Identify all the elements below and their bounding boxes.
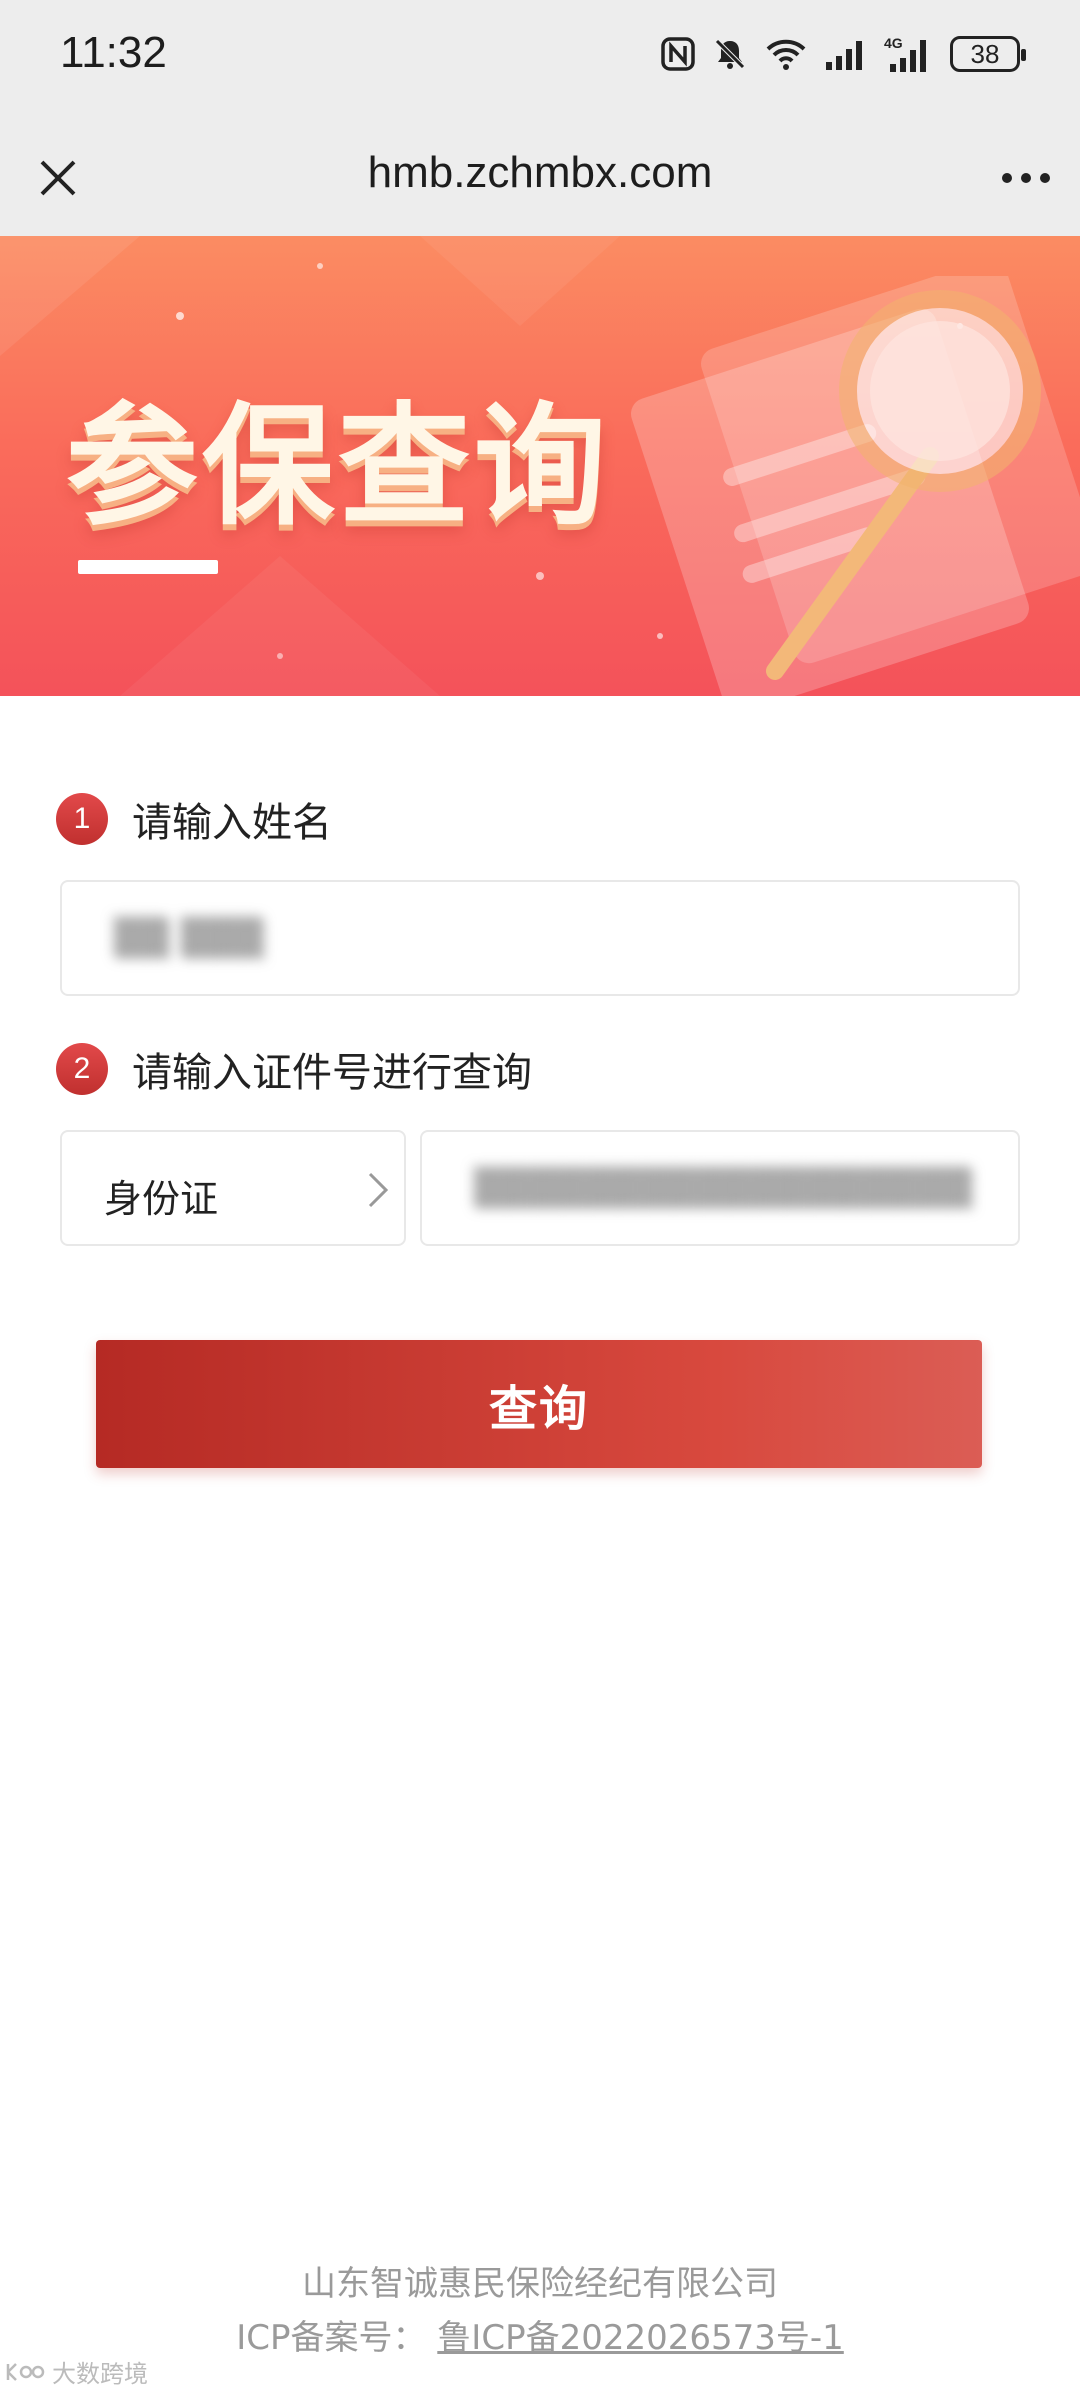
banner-title: 参保查询 bbox=[66, 390, 610, 544]
battery-icon: 38 bbox=[950, 36, 1026, 72]
page-url-title: hmb.zchmbx.com bbox=[367, 148, 713, 197]
status-icons: 4G 38 bbox=[660, 30, 1026, 78]
id-number-value: ▒▒▒▒▒▒▒▒▒▒▒▒▒▒▒▒▒▒ bbox=[474, 1168, 973, 1209]
4g-signal-icon: 4G bbox=[884, 34, 934, 74]
status-bar: 11:32 4G 38 bbox=[0, 0, 1080, 120]
step-2-badge: 2 bbox=[56, 1043, 108, 1095]
mute-bell-icon bbox=[712, 36, 748, 72]
step-2-text: 请输入证件号进行查询 bbox=[132, 1050, 532, 1096]
query-button[interactable]: 查询 bbox=[96, 1340, 982, 1468]
banner: 参保查询 bbox=[0, 236, 1080, 696]
step-1-badge: 1 bbox=[56, 793, 108, 845]
browser-title-bar: hmb.zchmbx.com bbox=[0, 120, 1080, 236]
footer-icp: ICP备案号： 鲁ICP备2022026573号-1 bbox=[0, 2310, 1080, 2359]
magnifier-icon bbox=[631, 276, 1080, 696]
wifi-icon bbox=[764, 36, 808, 72]
svg-text:4G: 4G bbox=[884, 35, 903, 51]
chevron-right-icon bbox=[368, 1172, 389, 1208]
more-button[interactable] bbox=[996, 148, 1056, 208]
step-1-label: 1 请输入姓名 bbox=[56, 790, 332, 848]
id-type-value: 身份证 bbox=[104, 1177, 219, 1221]
id-number-input[interactable]: ▒▒▒▒▒▒▒▒▒▒▒▒▒▒▒▒▒▒ bbox=[420, 1130, 1020, 1246]
nfc-icon bbox=[660, 36, 696, 72]
footer-icp-prefix: ICP备案号： bbox=[236, 2318, 427, 2358]
name-input[interactable]: ▒▒ ▒▒▒ bbox=[60, 880, 1020, 996]
footer-company: 山东智诚惠民保险经纪有限公司 bbox=[302, 2264, 778, 2304]
signal-icon bbox=[824, 36, 868, 72]
watermark-text: 大数跨境 bbox=[52, 2360, 148, 2388]
step-2-label: 2 请输入证件号进行查询 bbox=[56, 1040, 532, 1098]
name-input-value: ▒▒ ▒▒▒ bbox=[114, 918, 264, 959]
watermark-logo-icon bbox=[6, 2362, 45, 2381]
banner-underline bbox=[78, 560, 218, 574]
id-type-select[interactable]: 身份证 bbox=[60, 1130, 406, 1246]
step-1-text: 请输入姓名 bbox=[132, 800, 332, 846]
footer-icp-link[interactable]: 鲁ICP备2022026573号-1 bbox=[437, 2318, 844, 2358]
status-time: 11:32 bbox=[60, 28, 167, 77]
more-icon bbox=[1002, 173, 1050, 183]
watermark: 大数跨境 bbox=[6, 2354, 148, 2389]
